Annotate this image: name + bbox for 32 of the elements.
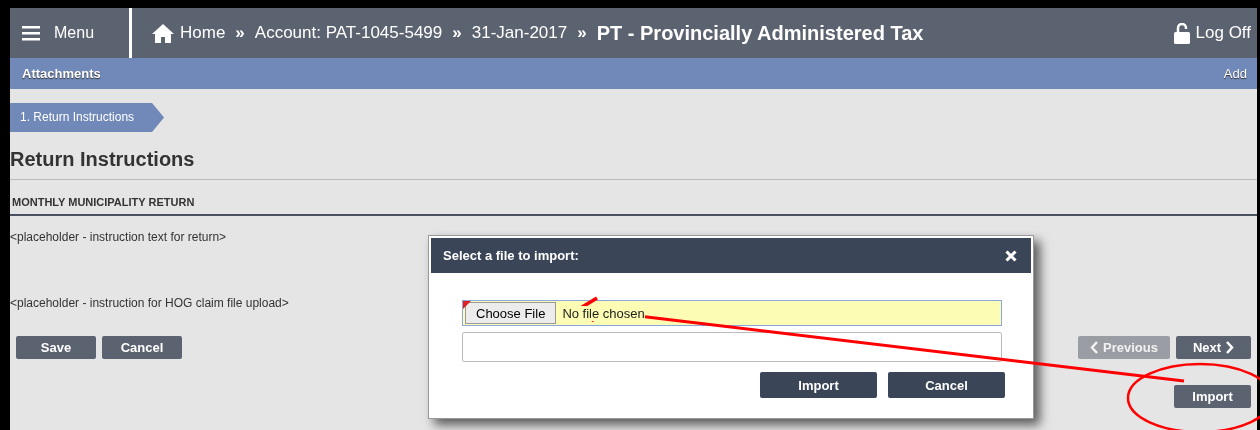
close-icon[interactable] [1005,249,1017,262]
add-link[interactable]: Add [1223,66,1247,81]
log-off-link[interactable]: Log Off [1173,22,1251,44]
instruction-text: <placeholder - instruction text for return> [10,230,227,244]
next-button[interactable]: Next [1176,336,1251,359]
dialog-title: Select a file to import: [443,248,579,263]
breadcrumb-separator: » [452,23,462,43]
breadcrumb-separator: » [577,23,587,43]
cancel-button[interactable]: Cancel [102,336,182,359]
save-button[interactable]: Save [16,336,96,359]
instruction-text: <placeholder - instruction for HOG claim file upload> [10,296,289,310]
home-link[interactable]: Home [152,23,226,43]
file-status-text: No file chosen [562,305,645,321]
file-input[interactable]: Choose File No file chosen [462,300,1002,326]
breadcrumb-link[interactable]: Account: PAT-1045-5499 [254,23,443,43]
chevron-left-icon [1090,341,1100,354]
breadcrumb-link[interactable]: 31-Jan-2017 [471,23,568,43]
section-bar-title: Attachments [22,66,101,81]
lock-icon [1173,22,1190,44]
section-heading: MONTHLY MUNICIPALITY RETURN [10,180,1257,216]
home-icon [152,23,174,43]
page-title: PT - Provincially Administered Tax [596,21,924,45]
dialog-cancel-button[interactable]: Cancel [888,372,1005,398]
input-field[interactable] [462,332,1002,362]
chevron-right-icon [1225,341,1235,354]
page-heading: Return Instructions [10,148,1257,180]
breadcrumb-separator: » [235,23,245,43]
import-button[interactable]: Import [1174,385,1251,408]
choose-file-button[interactable]: Choose File [465,302,557,324]
dialog-import-button[interactable]: Import [760,372,877,398]
menu-icon [22,25,40,41]
step-tab[interactable]: 1. Return Instructions [10,103,165,132]
